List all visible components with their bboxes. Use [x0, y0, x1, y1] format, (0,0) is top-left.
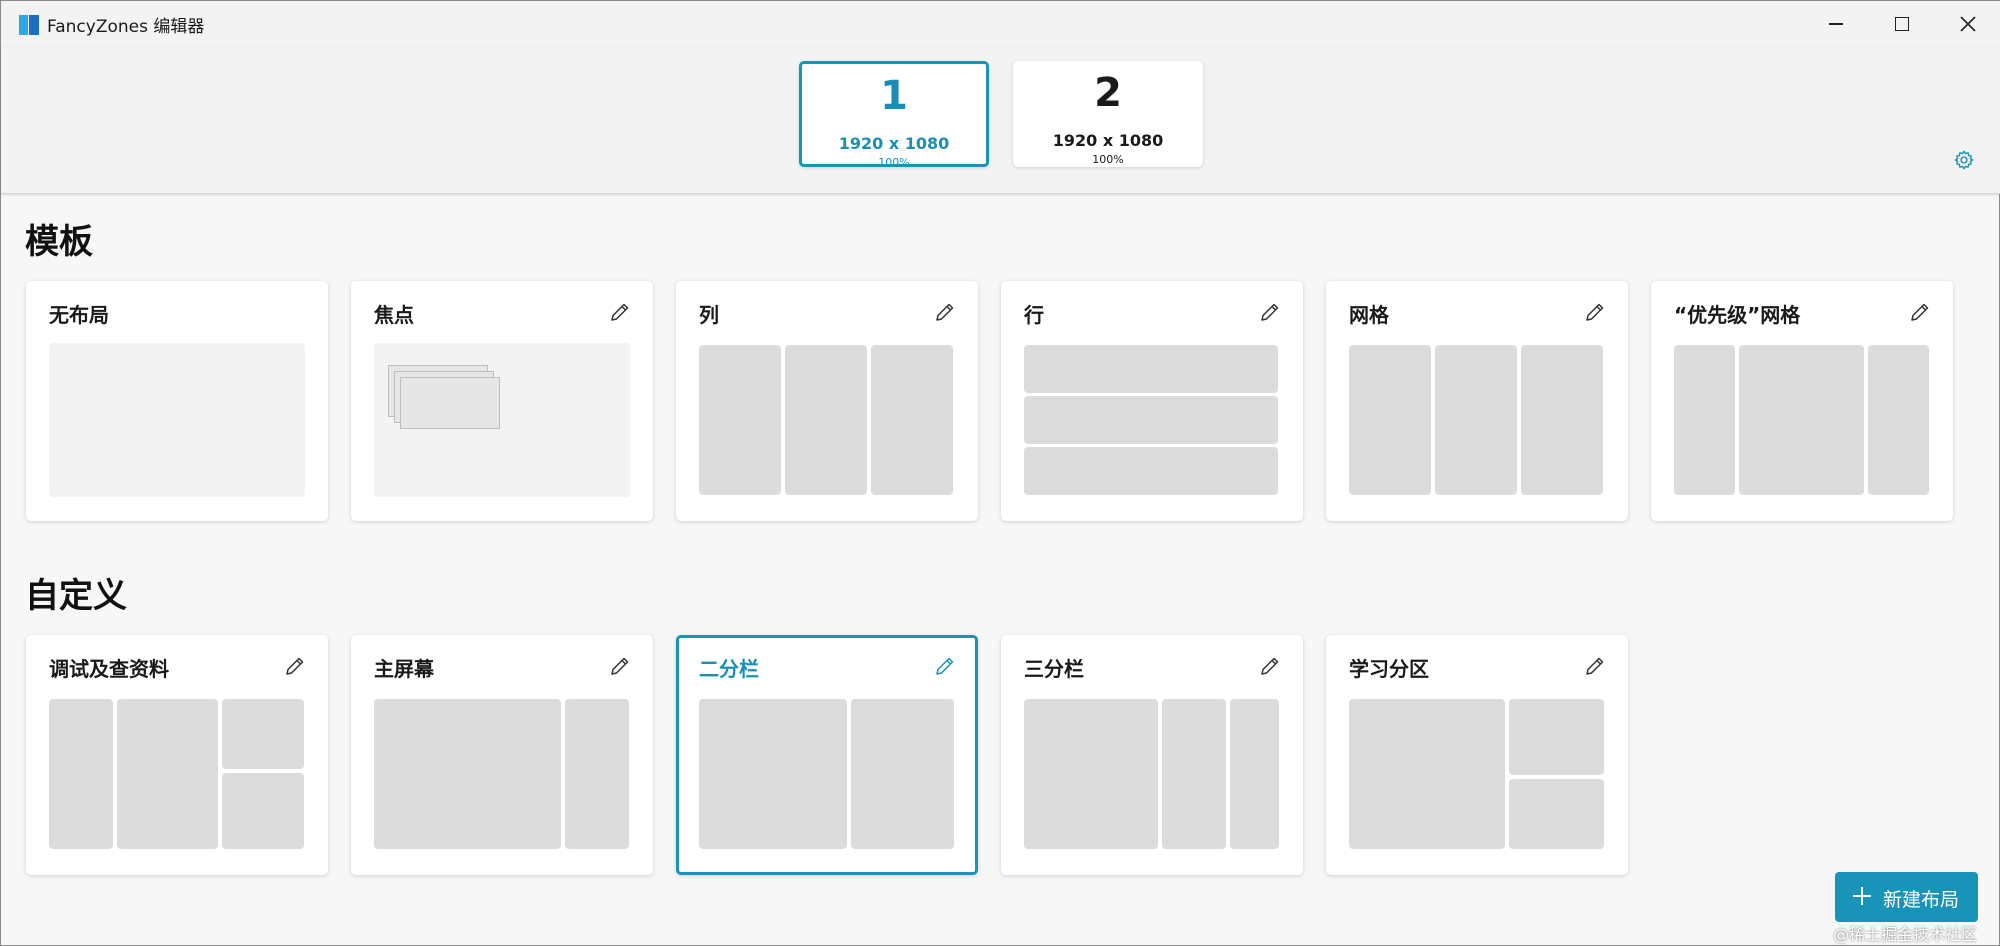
- layout-name: 列: [699, 303, 719, 327]
- layout-name: 焦点: [374, 303, 414, 327]
- template-card-no-layout[interactable]: 无布局: [26, 281, 328, 521]
- layout-preview: [699, 697, 955, 851]
- layout-name: 三分栏: [1024, 657, 1084, 681]
- maximize-icon: [1895, 17, 1909, 31]
- layout-preview: [1349, 697, 1605, 851]
- template-card-columns[interactable]: 列: [676, 281, 978, 521]
- monitor-2-card[interactable]: 2 1920 x 1080 100%: [1013, 61, 1203, 167]
- layout-name: 行: [1024, 303, 1044, 327]
- layout-name: 主屏幕: [374, 657, 434, 681]
- layout-preview: [49, 697, 305, 851]
- layout-preview: [1674, 343, 1930, 497]
- maximize-button[interactable]: [1869, 1, 1935, 47]
- close-button[interactable]: [1935, 1, 2000, 47]
- monitor-selector: 1 1920 x 1080 100% 2 1920 x 1080 100%: [1, 47, 2000, 194]
- template-card-rows[interactable]: 行: [1001, 281, 1303, 521]
- close-icon: [1960, 16, 1976, 32]
- layout-name: 学习分区: [1349, 657, 1429, 681]
- monitor-resolution: 1920 x 1080: [838, 134, 950, 153]
- custom-card-debug-research[interactable]: 调试及查资料: [26, 635, 328, 875]
- template-card-priority-grid[interactable]: “优先级”网格: [1651, 281, 1953, 521]
- gear-icon[interactable]: [1953, 149, 1975, 171]
- pencil-icon[interactable]: [934, 301, 956, 323]
- pencil-icon[interactable]: [609, 301, 631, 323]
- pencil-icon[interactable]: [284, 655, 306, 677]
- pencil-icon[interactable]: [1909, 301, 1931, 323]
- minimize-button[interactable]: [1803, 1, 1869, 47]
- layout-preview: [1024, 697, 1280, 851]
- monitor-1-card[interactable]: 1 1920 x 1080 100%: [799, 61, 989, 169]
- layout-preview: [1024, 343, 1280, 497]
- minimize-icon: [1829, 23, 1843, 25]
- window-title: FancyZones 编辑器: [47, 17, 205, 37]
- layout-name: 调试及查资料: [49, 657, 169, 681]
- custom-section-title: 自定义: [25, 576, 127, 616]
- monitor-scale: 100%: [878, 156, 910, 169]
- monitor-number: 2: [1094, 70, 1122, 116]
- layout-name: “优先级”网格: [1674, 303, 1801, 327]
- template-card-grid[interactable]: 网格: [1326, 281, 1628, 521]
- layout-name: 二分栏: [699, 657, 759, 681]
- fancyzones-app-icon: [19, 15, 39, 35]
- watermark: @稀土掘金技术社区: [1833, 925, 1978, 944]
- pencil-icon[interactable]: [1584, 655, 1606, 677]
- layout-preview: [374, 343, 630, 497]
- fancyzones-editor-window: FancyZones 编辑器 1 1920 x 1080 100% 2 1920…: [0, 0, 2000, 946]
- pencil-icon[interactable]: [1259, 655, 1281, 677]
- pencil-icon[interactable]: [1584, 301, 1606, 323]
- pencil-icon[interactable]: [609, 655, 631, 677]
- layout-name: 网格: [1349, 303, 1389, 327]
- custom-card-two-columns[interactable]: 二分栏: [676, 635, 978, 875]
- monitor-scale: 100%: [1092, 153, 1124, 166]
- title-bar: FancyZones 编辑器: [1, 1, 2000, 47]
- template-card-focus[interactable]: 焦点: [351, 281, 653, 521]
- custom-card-three-columns[interactable]: 三分栏: [1001, 635, 1303, 875]
- layout-preview: [699, 343, 955, 497]
- new-layout-button[interactable]: 新建布局: [1835, 872, 1978, 922]
- custom-card-study-zone[interactable]: 学习分区: [1326, 635, 1628, 875]
- layout-preview: [374, 697, 630, 851]
- templates-section-title: 模板: [25, 222, 93, 262]
- custom-card-main-screen[interactable]: 主屏幕: [351, 635, 653, 875]
- plus-icon: [1853, 887, 1871, 905]
- monitor-resolution: 1920 x 1080: [1052, 131, 1164, 150]
- pencil-icon[interactable]: [1259, 301, 1281, 323]
- new-layout-label: 新建布局: [1883, 889, 1960, 911]
- monitor-number: 1: [880, 73, 908, 119]
- layout-preview: [1349, 343, 1605, 497]
- pencil-icon[interactable]: [934, 655, 956, 677]
- layout-name: 无布局: [49, 303, 109, 327]
- layout-preview: [49, 343, 305, 497]
